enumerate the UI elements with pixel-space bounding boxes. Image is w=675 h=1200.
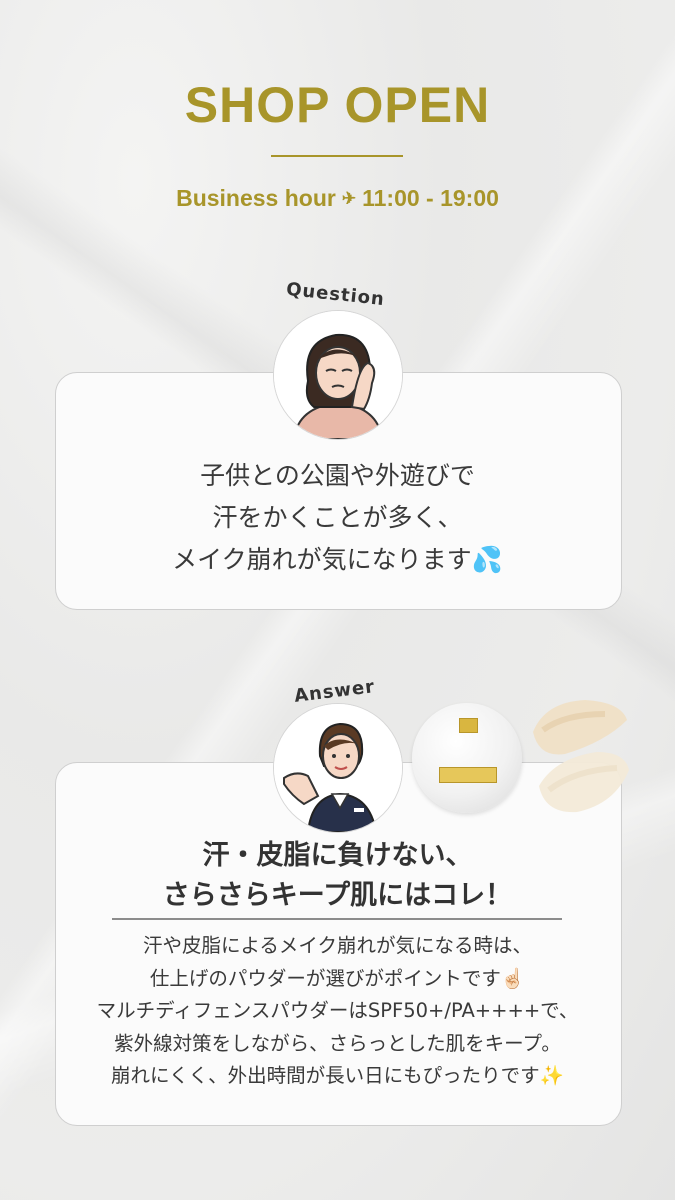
airplane-icon: ✈	[341, 189, 357, 208]
headline-line: さらさらキープ肌にはコレ！	[162, 880, 513, 911]
hours-label: Business hour	[176, 185, 336, 211]
body-line: 崩れにくく、外出時間が長い日にもぴったりです✨	[111, 1064, 564, 1087]
answer-divider	[112, 918, 562, 920]
question-text: 子供との公園や外遊びで 汗をかくことが多く、 メイク崩れが気になります💦	[55, 455, 620, 581]
worried-woman-icon	[273, 310, 403, 440]
question-line: 子供との公園や外遊びで	[200, 461, 475, 490]
headline-line: 汗・皮脂に負けない、	[202, 840, 473, 871]
answer-body: 汗や皮脂によるメイク崩れが気になる時は、 仕上げのパウダーが選びがポイントです☝…	[55, 930, 620, 1093]
powder-swatch-icon	[533, 700, 629, 813]
hours-value: 11:00 - 19:00	[362, 185, 499, 211]
staff-woman-icon	[273, 703, 403, 833]
body-line: 汗や皮脂によるメイク崩れが気になる時は、	[142, 934, 533, 957]
body-line: 仕上げのパウダーが選びがポイントです☝🏻	[149, 966, 526, 990]
answer-headline: 汗・皮脂に負けない、 さらさらキープ肌にはコレ！	[55, 836, 620, 916]
powder-compact-icon	[412, 703, 522, 813]
body-line: マルチディフェンスパウダーはSPF50+/PA++++で、	[96, 999, 579, 1022]
question-label: Question	[285, 278, 386, 311]
body-line: 紫外線対策をしながら、さらっとした肌をキープ。	[114, 1031, 561, 1055]
page-title: SHOP OPEN	[184, 77, 491, 133]
question-line: 汗をかくことが多く、	[212, 503, 463, 532]
business-hours: Business hour ✈ 11:00 - 19:00	[0, 185, 675, 212]
title-divider	[271, 155, 403, 157]
question-line: メイク崩れが気になります💦	[172, 545, 503, 574]
